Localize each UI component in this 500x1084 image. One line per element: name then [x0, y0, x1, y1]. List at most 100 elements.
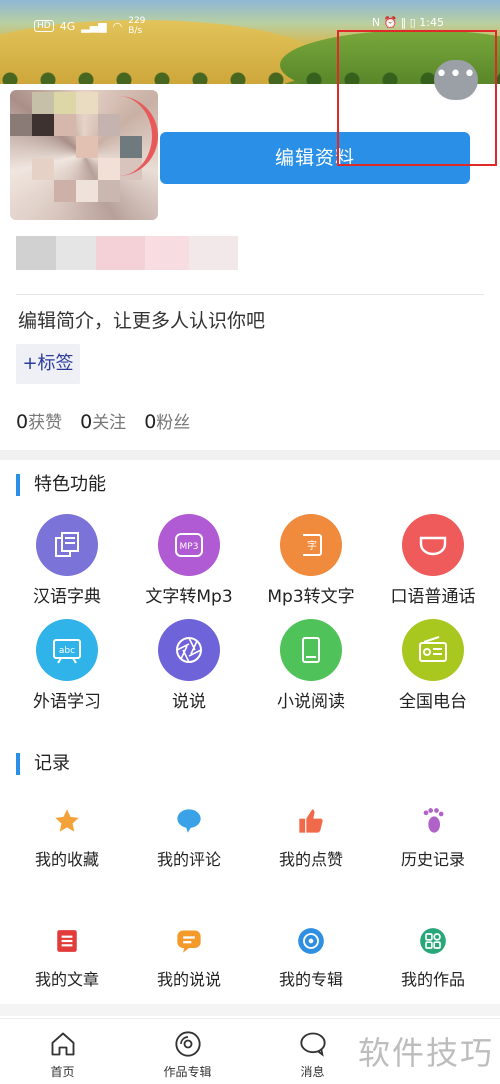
disc-icon — [173, 1029, 203, 1059]
thumbs-up-icon — [296, 806, 326, 836]
stat-value: 0 — [16, 411, 29, 433]
bio-text[interactable]: 编辑简介，让更多人认识你吧 — [18, 306, 265, 333]
aperture-icon — [158, 619, 220, 681]
record-works[interactable]: 我的作品 — [372, 926, 494, 990]
record-shuoshuo[interactable]: 我的说说 — [128, 926, 250, 990]
speed-unit: B/s — [128, 26, 143, 36]
stat-followers[interactable]: 0粉丝 — [144, 408, 190, 433]
feature-shuoshuo[interactable]: 说说 — [128, 619, 250, 712]
avatar-pixel — [10, 114, 32, 136]
hd-badge: HD — [34, 20, 54, 32]
record-label: 我的作品 — [400, 970, 465, 989]
feature-label: 汉语字典 — [33, 587, 101, 607]
signal-icon: ▂▄▆ — [81, 19, 107, 33]
tab-home[interactable]: 首页 — [0, 1019, 125, 1084]
radio-icon — [402, 619, 464, 681]
record-label: 我的点赞 — [278, 850, 343, 869]
avatar-pixel — [98, 180, 120, 202]
avatar-pixel — [32, 92, 54, 114]
tab-albums[interactable]: 作品专辑 — [125, 1019, 250, 1084]
status-bar-left: HD 4G ▂▄▆ ◠ 229 B/s — [34, 16, 145, 36]
network-indicator: 4G — [59, 19, 76, 33]
wifi-icon: ◠ — [112, 19, 123, 33]
record-label: 我的评论 — [156, 850, 221, 869]
features-section-title: 特色功能 — [16, 474, 106, 496]
mouth-icon — [402, 514, 464, 576]
svg-text:字: 字 — [307, 539, 317, 552]
footprint-icon — [418, 806, 448, 836]
username-redacted — [16, 236, 238, 270]
record-label: 我的专辑 — [278, 970, 343, 989]
stat-value: 0 — [80, 411, 93, 433]
avatar-pixel — [54, 114, 76, 136]
records-section-title: 记录 — [16, 753, 70, 775]
grid-apps-icon — [418, 926, 448, 956]
article-icon — [52, 926, 82, 956]
watermark: 软件技巧 — [352, 1022, 500, 1084]
record-comments[interactable]: 我的评论 — [128, 806, 250, 870]
stat-label: 获赞 — [28, 413, 63, 433]
avatar-pixel — [76, 180, 98, 202]
svg-text:MP3: MP3 — [180, 542, 199, 552]
chat-bubble-icon — [174, 926, 204, 956]
add-tag-button[interactable]: +标签 — [16, 344, 80, 384]
section-separator — [0, 1004, 500, 1016]
annotation-highlight-box — [337, 30, 497, 166]
section-separator — [0, 450, 500, 460]
tab-label: 消息 — [300, 1065, 325, 1079]
tab-label: 首页 — [50, 1065, 75, 1079]
records-grid: 我的收藏 我的评论 我的点赞 历史记录 我的文章 我的说说 我的专辑 我的作品 — [6, 806, 494, 990]
avatar-pixel — [32, 158, 54, 180]
features-grid: 汉语字典 MP3 文字转Mp3 字 Mp3转文字 口语普通话 abc 外语学习 … — [6, 514, 494, 712]
disc-icon — [296, 926, 326, 956]
avatar-pixel — [76, 92, 98, 114]
feature-label: 全国电台 — [399, 692, 467, 712]
book-icon — [280, 619, 342, 681]
text-convert-icon: 字 — [280, 514, 342, 576]
svg-text:abc: abc — [59, 646, 75, 656]
record-history[interactable]: 历史记录 — [372, 806, 494, 870]
stat-label: 粉丝 — [156, 413, 191, 433]
stat-likes[interactable]: 0获赞 — [16, 408, 62, 433]
comment-icon — [174, 806, 204, 836]
feature-foreign-language[interactable]: abc 外语学习 — [6, 619, 128, 712]
record-favorites[interactable]: 我的收藏 — [6, 806, 128, 870]
mp3-icon: MP3 — [158, 514, 220, 576]
speed-value: 229 — [128, 16, 146, 26]
avatar-pixel — [54, 92, 76, 114]
feature-dictionary[interactable]: 汉语字典 — [6, 514, 128, 607]
avatar-pixel — [32, 114, 54, 136]
divider — [16, 294, 484, 295]
feature-label: 文字转Mp3 — [145, 587, 233, 607]
feature-mandarin[interactable]: 口语普通话 — [372, 514, 494, 607]
star-icon — [52, 806, 82, 836]
feature-radio[interactable]: 全国电台 — [372, 619, 494, 712]
network-speed: 229 B/s — [128, 16, 145, 36]
feature-label: 说说 — [172, 692, 206, 712]
feature-mp3-to-text[interactable]: 字 Mp3转文字 — [250, 514, 372, 607]
avatar-pixel — [54, 180, 76, 202]
stat-value: 0 — [144, 411, 157, 433]
profile-stats: 0获赞 0关注 0粉丝 — [16, 408, 190, 433]
message-icon — [298, 1029, 328, 1059]
record-label: 我的文章 — [34, 970, 99, 989]
record-likes[interactable]: 我的点赞 — [250, 806, 372, 870]
stat-label: 关注 — [92, 413, 127, 433]
record-articles[interactable]: 我的文章 — [6, 926, 128, 990]
feature-label: Mp3转文字 — [267, 587, 355, 607]
record-label: 历史记录 — [400, 850, 465, 869]
record-label: 我的说说 — [156, 970, 221, 989]
home-icon — [48, 1029, 78, 1059]
dictionary-icon — [36, 514, 98, 576]
feature-label: 口语普通话 — [390, 587, 476, 607]
record-albums[interactable]: 我的专辑 — [250, 926, 372, 990]
record-label: 我的收藏 — [34, 850, 99, 869]
feature-label: 外语学习 — [33, 692, 101, 712]
status-bar-right: N ⏰ ‖ ▯ 1:45 — [371, 16, 444, 29]
stat-following[interactable]: 0关注 — [80, 408, 126, 433]
avatar-pixel — [76, 136, 98, 158]
feature-novel-reading[interactable]: 小说阅读 — [250, 619, 372, 712]
abc-board-icon: abc — [36, 619, 98, 681]
feature-text-to-mp3[interactable]: MP3 文字转Mp3 — [128, 514, 250, 607]
tab-label: 作品专辑 — [163, 1065, 212, 1079]
